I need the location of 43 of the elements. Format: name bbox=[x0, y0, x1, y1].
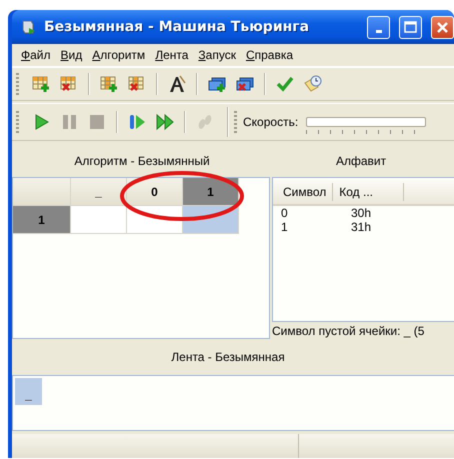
close-button[interactable] bbox=[431, 16, 454, 38]
column-header[interactable]: _ bbox=[71, 178, 127, 206]
menu-item[interactable]: Лента bbox=[150, 48, 194, 62]
step-icon[interactable] bbox=[128, 113, 146, 131]
menu-item[interactable]: Алгоритм bbox=[87, 48, 150, 62]
table-cell-text: 0 bbox=[280, 206, 289, 220]
blank-symbol-label: Символ пустой ячейки: _ (5 bbox=[272, 323, 426, 338]
close-icon bbox=[435, 20, 450, 34]
maximize-button[interactable] bbox=[399, 16, 422, 38]
window-delete-icon[interactable] bbox=[236, 75, 254, 93]
table-add-icon[interactable] bbox=[32, 75, 50, 93]
table-cell[interactable] bbox=[71, 206, 127, 234]
column-header[interactable]: 0 bbox=[127, 178, 183, 206]
minimize-icon bbox=[376, 30, 382, 33]
menu-item[interactable]: Файл bbox=[16, 48, 56, 62]
menu-item[interactable]: Запуск bbox=[193, 48, 241, 62]
window-title: Безымянная - Машина Тьюринга bbox=[44, 19, 310, 35]
row-header[interactable]: 1 bbox=[13, 206, 71, 234]
panel-title: Алгоритм - Безымянный bbox=[73, 152, 211, 170]
column-delete-icon[interactable] bbox=[128, 75, 146, 93]
column-add-icon[interactable] bbox=[100, 75, 118, 93]
checkmark-icon[interactable] bbox=[276, 75, 294, 93]
window-add-icon[interactable] bbox=[208, 75, 226, 93]
panel-title: Лента - Безымянная bbox=[170, 349, 286, 366]
panel-title: Алфавит bbox=[335, 152, 388, 170]
fast-forward-icon[interactable] bbox=[156, 113, 174, 131]
table-cell-text: 30h bbox=[350, 206, 371, 220]
speed-slider[interactable] bbox=[306, 116, 426, 134]
font-icon[interactable] bbox=[168, 75, 186, 93]
speed-label: Скорость: bbox=[243, 115, 298, 129]
notes-clock-icon[interactable] bbox=[304, 75, 322, 93]
menu-item[interactable]: Справка bbox=[240, 48, 298, 62]
table-corner bbox=[13, 178, 71, 206]
column-header[interactable]: 1 bbox=[183, 178, 239, 206]
table-cell-text: 31h bbox=[350, 220, 371, 234]
minimize-button[interactable] bbox=[367, 16, 390, 38]
menu-item[interactable]: Вид bbox=[56, 48, 88, 62]
tape-cell[interactable]: _ bbox=[15, 378, 42, 405]
maximize-icon bbox=[403, 20, 418, 34]
column-header[interactable]: Символ bbox=[273, 183, 334, 201]
table-delete-icon[interactable] bbox=[60, 75, 78, 93]
column-header[interactable]: Код ... bbox=[333, 183, 404, 201]
table-cell-text: 1 bbox=[280, 220, 289, 234]
